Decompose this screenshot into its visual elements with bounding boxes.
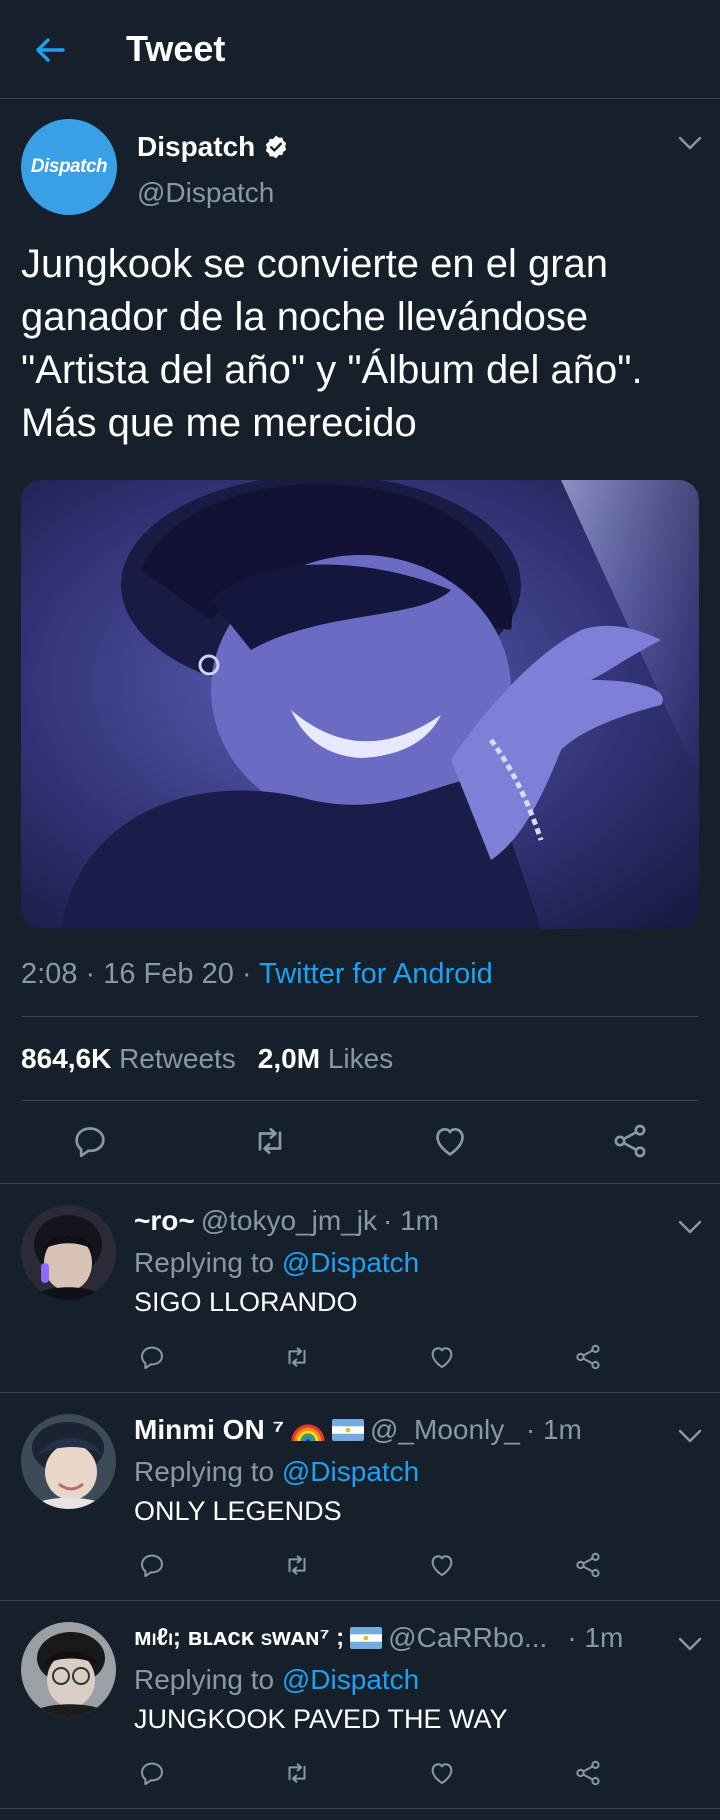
avatar[interactable] <box>21 1205 116 1300</box>
avatar-logo-text: Dispatch <box>30 156 108 177</box>
divider <box>21 1016 699 1017</box>
author-name-text: Dispatch <box>137 131 256 162</box>
avatar[interactable] <box>21 1414 116 1509</box>
reply-header: ~ro~ @tokyo_jm_jk · 1m <box>134 1205 439 1237</box>
top-bar: Tweet <box>0 0 720 99</box>
argentina-flag-icon <box>350 1627 382 1649</box>
reply-header: ᴍɩℓɩ; ʙʟᴀᴄᴋ sᴡᴀɴ⁷ ; @CaRRbo... · 1m <box>134 1622 623 1654</box>
retweets-stat[interactable]: 864,6K Retweets <box>21 1043 236 1075</box>
tweet-timestamp: 2:08 · 16 Feb 20 · Twitter for Android <box>21 958 493 990</box>
tweet-header: Dispatch Dispatch @Dispatch <box>0 99 720 229</box>
retweet-icon[interactable] <box>250 1121 290 1161</box>
reply-tweet[interactable]: ~ro~ @tokyo_jm_jk · 1m Replying to @Disp… <box>0 1183 720 1392</box>
reply-text: JUNGKOOK PAVED THE WAY <box>134 1704 508 1734</box>
replying-label: Replying to <box>134 1247 275 1278</box>
tweet-time: 2:08 <box>21 958 78 990</box>
divider <box>0 1808 720 1809</box>
author-handle: @Dispatch <box>137 177 275 208</box>
reply-icon[interactable] <box>137 1342 167 1372</box>
retweet-icon[interactable] <box>282 1758 312 1788</box>
reply-author-handle: @_Moonly_ <box>370 1414 520 1445</box>
share-icon[interactable] <box>573 1342 603 1372</box>
verified-badge-icon <box>266 135 287 159</box>
replying-label: Replying to <box>134 1456 275 1487</box>
replying-label: Replying to <box>134 1664 275 1695</box>
avatar[interactable]: Dispatch <box>21 119 117 215</box>
like-icon[interactable] <box>427 1550 457 1580</box>
share-icon[interactable] <box>573 1550 603 1580</box>
mention-link[interactable]: @Dispatch <box>282 1456 419 1487</box>
share-icon[interactable] <box>573 1758 603 1788</box>
mention-link[interactable]: @Dispatch <box>282 1247 419 1278</box>
reply-author-name[interactable]: Minmi ON ⁷ <box>134 1414 284 1446</box>
tweet-source-link[interactable]: Twitter for Android <box>259 958 493 990</box>
author-name[interactable]: Dispatch <box>137 131 289 163</box>
retweet-icon[interactable] <box>282 1550 312 1580</box>
chevron-down-icon[interactable] <box>677 135 703 151</box>
avatar[interactable] <box>21 1622 116 1717</box>
tweet-date: 16 Feb 20 <box>103 958 234 990</box>
reply-icon[interactable] <box>137 1758 167 1788</box>
rainbow-emoji-icon <box>291 1424 325 1442</box>
retweet-icon[interactable] <box>282 1342 312 1372</box>
reply-text: ONLY LEGENDS <box>134 1496 342 1526</box>
reply-text: SIGO LLORANDO <box>134 1287 358 1317</box>
likes-label: Likes <box>327 1043 394 1074</box>
replying-to: Replying to @Dispatch <box>134 1664 419 1696</box>
reply-time: · 1m <box>567 1622 624 1653</box>
share-icon[interactable] <box>610 1121 650 1161</box>
reply-author-name[interactable]: ᴍɩℓɩ; ʙʟᴀᴄᴋ sᴡᴀɴ⁷ ; <box>134 1624 344 1652</box>
likes-count: 2,0M <box>257 1043 321 1074</box>
reply-author-handle: @CaRRbo... <box>388 1622 548 1653</box>
page-title: Tweet <box>126 28 226 69</box>
like-icon[interactable] <box>427 1342 457 1372</box>
reply-author-handle: @tokyo_jm_jk <box>200 1205 377 1236</box>
chevron-down-icon[interactable] <box>677 1636 703 1652</box>
reply-icon[interactable] <box>137 1550 167 1580</box>
mention-link[interactable]: @Dispatch <box>282 1664 419 1695</box>
tweet-media-image[interactable] <box>21 480 699 929</box>
chevron-down-icon[interactable] <box>677 1219 703 1235</box>
arrow-left-icon[interactable] <box>30 30 70 70</box>
divider <box>21 1100 699 1101</box>
tweet-stats: 864,6K Retweets 2,0M Likes <box>21 1043 393 1075</box>
reply-author-name[interactable]: ~ro~ <box>134 1205 195 1237</box>
replying-to: Replying to @Dispatch <box>134 1247 419 1279</box>
reply-time: · 1m <box>525 1414 582 1445</box>
like-icon[interactable] <box>430 1121 470 1161</box>
like-icon[interactable] <box>427 1758 457 1788</box>
argentina-flag-icon <box>332 1419 364 1441</box>
replying-to: Replying to @Dispatch <box>134 1456 419 1488</box>
likes-stat[interactable]: 2,0M Likes <box>258 1043 393 1075</box>
retweets-count: 864,6K <box>21 1043 112 1074</box>
tweet-text: Jungkook se convierte en el gran ganador… <box>21 242 643 445</box>
reply-time: · 1m <box>382 1205 439 1236</box>
reply-tweet[interactable]: ᴍɩℓɩ; ʙʟᴀᴄᴋ sᴡᴀɴ⁷ ; @CaRRbo... · 1m Repl… <box>0 1600 720 1808</box>
reply-icon[interactable] <box>70 1121 110 1161</box>
retweets-label: Retweets <box>119 1043 236 1074</box>
chevron-down-icon[interactable] <box>677 1428 703 1444</box>
reply-tweet[interactable]: Minmi ON ⁷ @_Moonly_ · 1m Replying to @D… <box>0 1392 720 1600</box>
reply-header: Minmi ON ⁷ @_Moonly_ · 1m <box>134 1414 582 1446</box>
